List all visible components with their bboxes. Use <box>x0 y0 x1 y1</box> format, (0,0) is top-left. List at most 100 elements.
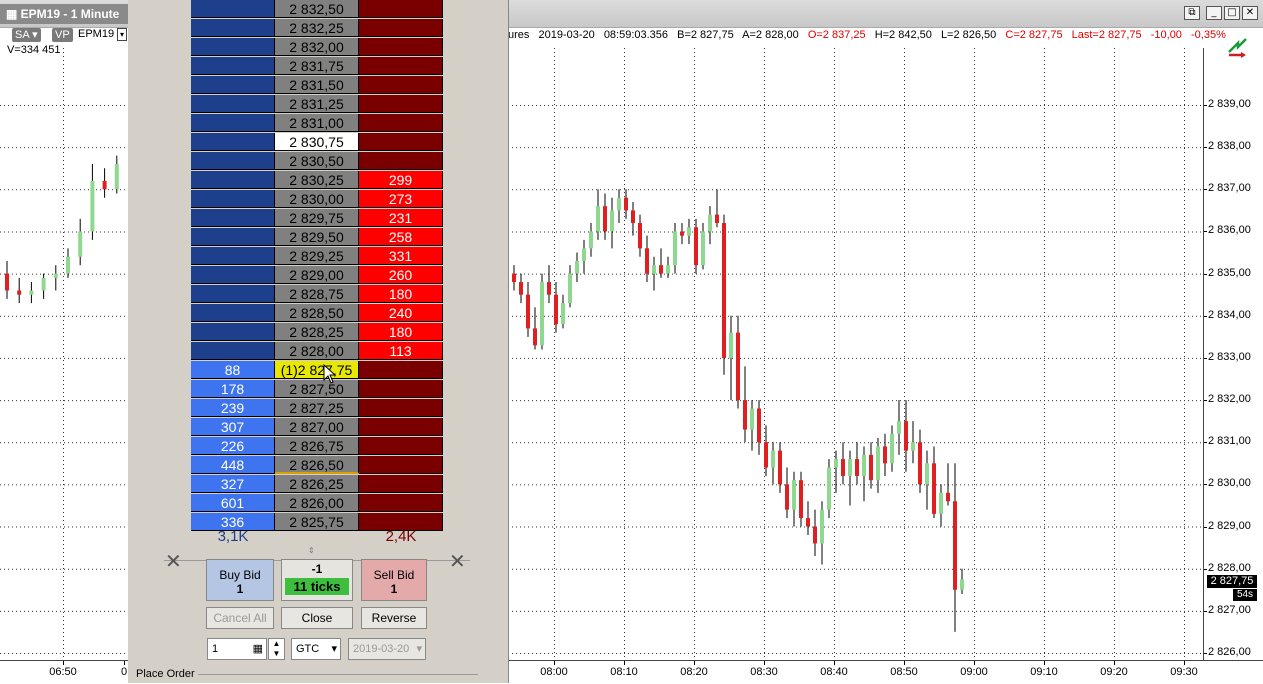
vp-button[interactable]: VP <box>52 28 73 42</box>
ask-size-cell[interactable]: 113 <box>359 342 443 360</box>
ask-size-cell[interactable] <box>359 133 443 151</box>
calculator-icon[interactable]: ▦ <box>253 639 263 659</box>
price-ladder-grid[interactable]: 2 832,50 2 832,25 2 832,00 2 831,75 2 831,50… <box>191 0 443 531</box>
ask-size-cell[interactable] <box>359 399 443 417</box>
price-cell[interactable]: (1)2 827,75 <box>275 361 359 379</box>
bid-size-cell[interactable] <box>191 133 275 151</box>
ladder-row[interactable]: 2 828,25 180 <box>191 323 443 342</box>
ladder-row[interactable]: 2 832,00 <box>191 38 443 57</box>
price-cell[interactable]: 2 829,25 <box>275 247 359 265</box>
ladder-row[interactable]: 2 831,75 <box>191 57 443 76</box>
symbol-dropdown-icon[interactable]: ▾ <box>117 28 127 41</box>
tif-select[interactable]: GTC ▾ <box>291 638 341 660</box>
ladder-row[interactable]: 2 830,00 273 <box>191 190 443 209</box>
ask-size-cell[interactable] <box>359 380 443 398</box>
bid-size-cell[interactable]: 239 <box>191 399 275 417</box>
ask-size-cell[interactable] <box>359 475 443 493</box>
ladder-row[interactable]: 178 2 827,50 <box>191 380 443 399</box>
ladder-row[interactable]: 2 829,25 331 <box>191 247 443 266</box>
reverse-button[interactable]: Reverse <box>361 607 427 629</box>
price-cell[interactable]: 2 826,75 <box>275 437 359 455</box>
ask-size-cell[interactable] <box>359 57 443 75</box>
bid-size-cell[interactable] <box>191 323 275 341</box>
price-cell[interactable]: 2 829,75 <box>275 209 359 227</box>
price-cell[interactable]: 2 831,00 <box>275 114 359 132</box>
ask-size-cell[interactable] <box>359 19 443 37</box>
price-cell[interactable]: 2 830,50 <box>275 152 359 170</box>
ladder-row[interactable]: 2 831,00 <box>191 114 443 133</box>
ladder-row[interactable]: 2 828,75 180 <box>191 285 443 304</box>
ask-size-cell[interactable]: 258 <box>359 228 443 246</box>
bid-size-cell[interactable] <box>191 266 275 284</box>
ladder-row[interactable]: 327 2 826,25 <box>191 475 443 494</box>
bid-size-cell[interactable] <box>191 0 275 18</box>
price-cell[interactable]: 2 827,25 <box>275 399 359 417</box>
ladder-row[interactable]: 601 2 826,00 <box>191 494 443 513</box>
ladder-row[interactable]: 2 829,00 260 <box>191 266 443 285</box>
bid-size-cell[interactable] <box>191 171 275 189</box>
sa-button[interactable]: SA ▾ <box>12 28 41 42</box>
ladder-row[interactable]: 2 831,50 <box>191 76 443 95</box>
bid-size-cell[interactable] <box>191 95 275 113</box>
ladder-row[interactable]: 226 2 826,75 <box>191 437 443 456</box>
bid-size-cell[interactable]: 307 <box>191 418 275 436</box>
ladder-row[interactable]: 2 830,50 <box>191 152 443 171</box>
ask-size-cell[interactable] <box>359 456 443 474</box>
bid-size-cell[interactable] <box>191 19 275 37</box>
ask-size-cell[interactable]: 299 <box>359 171 443 189</box>
ask-size-cell[interactable]: 273 <box>359 190 443 208</box>
ask-size-cell[interactable]: 231 <box>359 209 443 227</box>
ask-size-cell[interactable] <box>359 76 443 94</box>
price-cell[interactable]: 2 828,25 <box>275 323 359 341</box>
ask-size-cell[interactable] <box>359 361 443 379</box>
bid-size-cell[interactable]: 448 <box>191 456 275 474</box>
bid-size-cell[interactable] <box>191 247 275 265</box>
price-cell[interactable]: 2 831,50 <box>275 76 359 94</box>
bid-size-cell[interactable] <box>191 38 275 56</box>
price-cell[interactable]: 2 830,00 <box>275 190 359 208</box>
ladder-row[interactable]: 2 832,25 <box>191 19 443 38</box>
gtd-date-select[interactable]: 2019-03-20 ▾ <box>348 638 426 660</box>
ask-size-cell[interactable]: 180 <box>359 323 443 341</box>
price-cell[interactable]: 2 828,00 <box>275 342 359 360</box>
ask-size-cell[interactable] <box>359 38 443 56</box>
close-left-icon[interactable]: ✕ <box>165 549 182 573</box>
price-cell[interactable]: 2 830,25 <box>275 171 359 189</box>
ask-size-cell[interactable] <box>359 494 443 512</box>
price-cell[interactable]: 2 832,25 <box>275 19 359 37</box>
close-position-button[interactable]: Close <box>281 607 353 629</box>
bid-size-cell[interactable] <box>191 76 275 94</box>
ladder-row[interactable]: 88 (1)2 827,75 <box>191 361 443 380</box>
buy-bid-button[interactable]: Buy Bid 1 <box>206 559 274 601</box>
ask-size-cell[interactable] <box>359 152 443 170</box>
ask-size-cell[interactable]: 180 <box>359 285 443 303</box>
ladder-row[interactable]: 2 828,00 113 <box>191 342 443 361</box>
bid-size-cell[interactable]: 226 <box>191 437 275 455</box>
bid-size-cell[interactable] <box>191 342 275 360</box>
ask-size-cell[interactable]: 240 <box>359 304 443 322</box>
quantity-input[interactable]: 1 ▦ <box>207 638 267 660</box>
ask-size-cell[interactable] <box>359 418 443 436</box>
price-cell[interactable]: 2 826,25 <box>275 475 359 493</box>
ladder-row[interactable]: 2 828,50 240 <box>191 304 443 323</box>
ask-size-cell[interactable]: 331 <box>359 247 443 265</box>
bid-size-cell[interactable] <box>191 57 275 75</box>
ask-size-cell[interactable] <box>359 114 443 132</box>
price-cell[interactable]: 2 828,50 <box>275 304 359 322</box>
minimize-button[interactable]: _ <box>1206 6 1222 20</box>
restore-float-icon[interactable]: ⧉ <box>1184 6 1200 20</box>
bid-size-cell[interactable] <box>191 152 275 170</box>
ladder-row[interactable]: 2 830,25 299 <box>191 171 443 190</box>
bid-size-cell[interactable] <box>191 114 275 132</box>
ask-size-cell[interactable] <box>359 95 443 113</box>
sell-bid-button[interactable]: Sell Bid 1 <box>361 559 427 601</box>
maximize-button[interactable]: □ <box>1224 6 1240 20</box>
ladder-row[interactable]: 307 2 827,00 <box>191 418 443 437</box>
quantity-stepper[interactable]: ▲ ▼ <box>268 638 285 660</box>
price-cell[interactable]: 2 832,50 <box>275 0 359 18</box>
ask-size-cell[interactable]: 260 <box>359 266 443 284</box>
drag-handle-icon[interactable]: ⇕ <box>308 546 315 555</box>
price-cell[interactable]: 2 831,25 <box>275 95 359 113</box>
price-cell[interactable]: 2 826,50 <box>275 456 359 474</box>
price-cell[interactable]: 2 829,50 <box>275 228 359 246</box>
